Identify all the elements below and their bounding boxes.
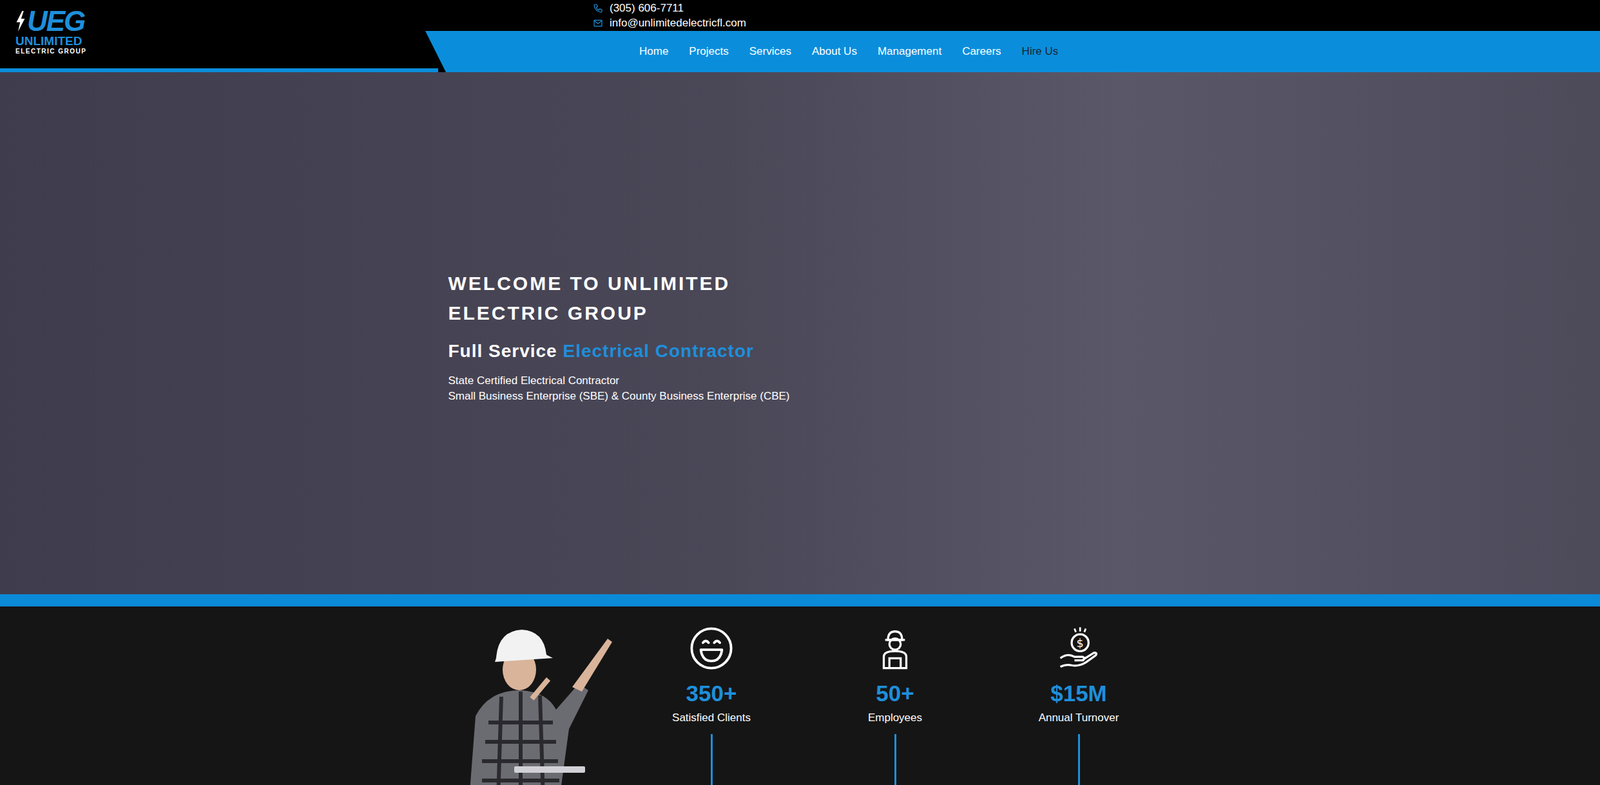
logo-mark: UEG [15, 7, 85, 35]
hero: WELCOME TO UNLIMITEDELECTRIC GROUP Full … [0, 72, 1600, 595]
hero-notes: State Certified Electrical ContractorSma… [448, 373, 1155, 405]
logo[interactable]: UEG UNLIMITED ELECTRIC GROUP [15, 7, 113, 56]
stat-item: 350+ Satisfied Clients [622, 606, 801, 785]
hero-note: State Certified Electrical Contractor [448, 373, 1155, 389]
smiley-icon [688, 625, 734, 671]
stat-label: Employees [867, 710, 923, 725]
page: UEG UNLIMITED ELECTRIC GROUP (305) 606-7… [0, 0, 1600, 785]
mail-icon [592, 18, 604, 29]
nav-link[interactable]: Projects [688, 45, 729, 58]
blue-stripe [0, 594, 1600, 607]
stat-line [1078, 733, 1080, 785]
nav-link[interactable]: Home [639, 45, 669, 58]
stat-label: Satisfied Clients [672, 710, 751, 725]
hero-note: Small Business Enterprise (SBE) & County… [448, 388, 1155, 405]
stat-value: 50+ [875, 679, 914, 707]
contact-bar: (305) 606-7711 info@unlimitedelectricfl.… [425, 0, 1600, 31]
nav-link[interactable]: Services [749, 45, 792, 58]
money-hand-icon: $ [1056, 625, 1102, 671]
nav-link[interactable]: Management [877, 45, 942, 58]
logo-letters: UEG [27, 7, 85, 35]
header-right: (305) 606-7711 info@unlimitedelectricfl.… [425, 0, 1600, 73]
nav-link[interactable]: Careers [962, 45, 1001, 58]
main-nav: Home Projects Services About Us Management Ca… [425, 30, 1600, 73]
stats-section: 350+ Satisfied Clients 50+ Employees $ $… [0, 606, 1600, 785]
stat-value: $15M [1050, 679, 1108, 707]
phone-icon [592, 3, 604, 14]
stat-item: 50+ Employees [806, 606, 985, 785]
stat-label: Annual Turnover [1038, 710, 1120, 725]
worker-icon [872, 625, 918, 671]
svg-text:$: $ [1076, 636, 1084, 650]
header: UEG UNLIMITED ELECTRIC GROUP (305) 606-7… [0, 0, 1600, 73]
hero-content: WELCOME TO UNLIMITEDELECTRIC GROUP Full … [445, 262, 1155, 405]
worker-image [449, 619, 618, 785]
phone[interactable]: (305) 606-7711 [592, 0, 1600, 16]
stat-item: $ $15M Annual Turnover [989, 606, 1169, 785]
stat-value: 350+ [686, 679, 738, 707]
hero-title: WELCOME TO UNLIMITEDELECTRIC GROUP [448, 268, 1155, 328]
lightning-icon [15, 9, 26, 33]
stat-line [894, 733, 897, 785]
logo-name: UNLIMITED [15, 34, 82, 48]
logo-tagline: ELECTRIC GROUP [15, 47, 87, 56]
hero-subtitle: Full Service Electrical Contractor [448, 340, 1155, 362]
nav-link[interactable]: Hire Us [1021, 45, 1059, 58]
stat-line [710, 733, 713, 785]
nav-link[interactable]: About Us [811, 45, 858, 58]
logo-area: UEG UNLIMITED ELECTRIC GROUP [0, 0, 439, 73]
email[interactable]: info@unlimitedelectricfl.com [592, 15, 1600, 31]
